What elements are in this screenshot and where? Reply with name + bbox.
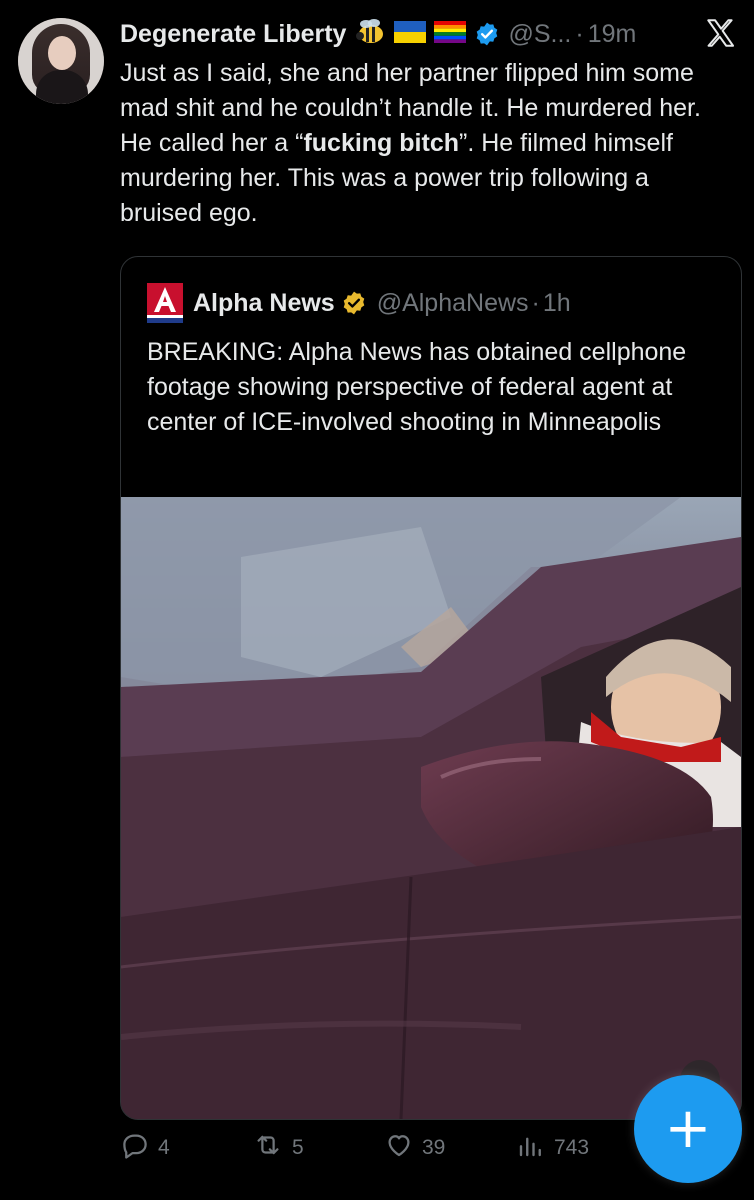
tweet-text: Just as I said, she and her partner flip… <box>120 56 730 231</box>
quoted-author-handle[interactable]: @AlphaNews <box>377 289 529 318</box>
post-time[interactable]: 19m <box>588 20 637 49</box>
compose-post-button[interactable]: + <box>634 1075 742 1183</box>
like-button[interactable]: 39 <box>384 1130 445 1166</box>
verified-badge-icon <box>474 21 500 47</box>
quoted-author-name[interactable]: Alpha News <box>193 289 335 318</box>
tweet: Degenerate Liberty @S... · 19m Just as I… <box>0 0 754 1200</box>
author-handle[interactable]: @S... <box>508 20 571 49</box>
views-button[interactable]: 743 <box>516 1130 589 1166</box>
quoted-separator-dot: · <box>531 288 540 317</box>
repost-button[interactable]: 5 <box>252 1130 304 1166</box>
quoted-tweet-header: Alpha News @AlphaNews · 1h <box>147 283 571 323</box>
repost-icon <box>252 1130 292 1166</box>
reply-icon <box>120 1130 158 1166</box>
plus-icon: + <box>664 1096 712 1161</box>
quoted-tweet-text: BREAKING: Alpha News has obtained cellph… <box>147 338 687 436</box>
x-logo-icon[interactable] <box>704 16 738 50</box>
views-chart-icon <box>516 1130 554 1166</box>
views-count: 743 <box>554 1136 590 1159</box>
rainbow-flag-icon <box>434 20 467 48</box>
repost-count: 5 <box>292 1136 304 1159</box>
quoted-tweet[interactable]: Alpha News @AlphaNews · 1h BREAKING: Alp… <box>120 256 742 1120</box>
tweet-header: Degenerate Liberty @S... · 19m <box>120 14 740 54</box>
alpha-news-logo-icon <box>147 283 183 323</box>
tweet-text-bold: fucking bitch <box>303 129 459 157</box>
heart-icon <box>384 1130 422 1166</box>
bee-emoji-icon <box>354 18 386 51</box>
separator-dot: · <box>575 19 584 48</box>
gold-verified-badge-icon <box>341 290 367 316</box>
like-count: 39 <box>422 1136 446 1159</box>
author-name[interactable]: Degenerate Liberty <box>120 20 346 49</box>
quoted-post-time[interactable]: 1h <box>543 289 571 318</box>
ukraine-flag-icon <box>394 20 427 48</box>
video-thumbnail[interactable] <box>121 497 741 1119</box>
reply-count: 4 <box>158 1136 170 1159</box>
reply-button[interactable]: 4 <box>120 1130 170 1166</box>
author-avatar[interactable] <box>18 18 104 104</box>
